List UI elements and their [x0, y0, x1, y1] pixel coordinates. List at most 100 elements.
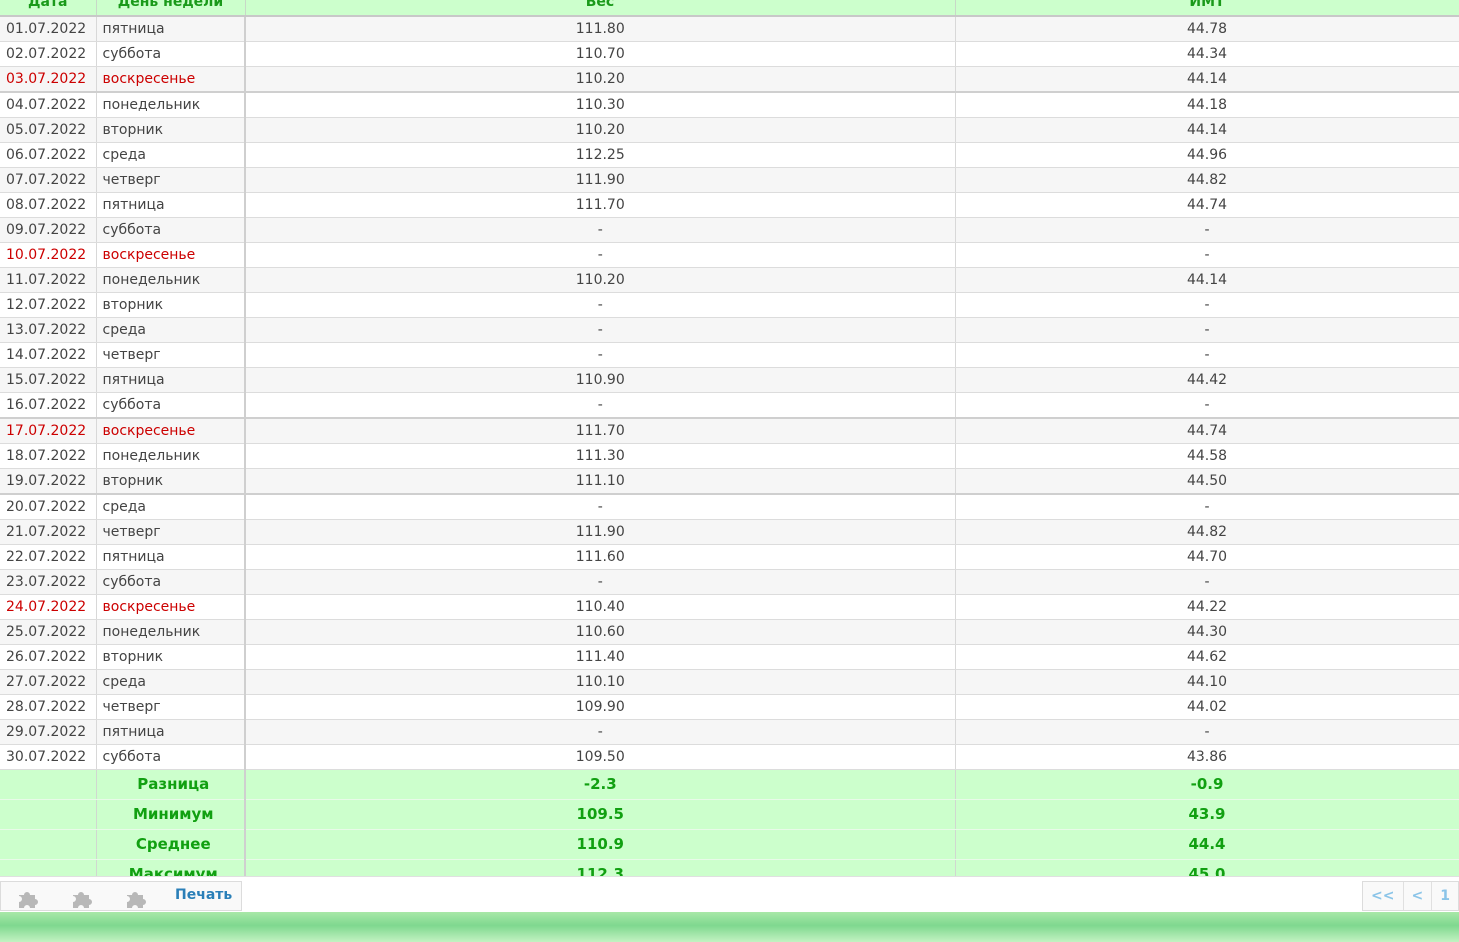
summary-row: Разница -2.3 -0.9 — [0, 769, 1459, 800]
weight-cell: 110.10 — [245, 669, 956, 695]
date-cell: 09.07.2022 — [0, 217, 97, 243]
weight-cell: 111.80 — [245, 16, 956, 42]
date-cell: 28.07.2022 — [0, 694, 97, 720]
bmi-cell: 44.14 — [955, 267, 1459, 293]
table-row[interactable]: 17.07.2022 воскресенье 111.70 44.74 — [0, 417, 1459, 444]
bmi-cell: 44.82 — [955, 519, 1459, 545]
table-row[interactable]: 30.07.2022 суббота 109.50 43.86 — [0, 744, 1459, 770]
date-cell: 26.07.2022 — [0, 644, 97, 670]
weekday-cell: четверг — [96, 519, 246, 545]
pagination: << < 1 — [1362, 881, 1459, 911]
weight-cell: - — [245, 342, 956, 368]
weight-table: Дата День недели Вес ИМТ 01.07.2022 пятни… — [0, 0, 1459, 890]
column-header-weight[interactable]: Вес — [245, 0, 956, 17]
weekday-cell: вторник — [96, 117, 246, 143]
table-row[interactable]: 22.07.2022 пятница 111.60 44.70 — [0, 544, 1459, 570]
weight-cell: - — [245, 217, 956, 243]
weekday-cell: среда — [96, 142, 246, 168]
weight-cell: 111.90 — [245, 167, 956, 193]
weekday-cell: воскресенье — [96, 66, 246, 93]
table-row[interactable]: 26.07.2022 вторник 111.40 44.62 — [0, 644, 1459, 670]
table-row[interactable]: 02.07.2022 суббота 110.70 44.34 — [0, 41, 1459, 67]
weight-cell: 111.40 — [245, 644, 956, 670]
weekday-cell: воскресенье — [96, 594, 246, 620]
bmi-cell: 44.96 — [955, 142, 1459, 168]
bmi-cell: 44.14 — [955, 117, 1459, 143]
weekday-cell: суббота — [96, 569, 246, 595]
summary-label: Разница — [96, 769, 246, 800]
page-number[interactable]: 1 — [1432, 882, 1458, 910]
puzzle-icon[interactable] — [17, 888, 39, 908]
print-button[interactable]: Печать — [175, 887, 232, 903]
table-row[interactable]: 04.07.2022 понедельник 110.30 44.18 — [0, 91, 1459, 118]
weight-cell: - — [245, 292, 956, 318]
table-row[interactable]: 24.07.2022 воскресенье 110.40 44.22 — [0, 594, 1459, 620]
weight-cell: - — [245, 569, 956, 595]
date-cell: 02.07.2022 — [0, 41, 97, 67]
puzzle-icon[interactable] — [125, 888, 147, 908]
table-row[interactable]: 03.07.2022 воскресенье 110.20 44.14 — [0, 66, 1459, 93]
weight-cell: - — [245, 317, 956, 343]
weekday-cell: вторник — [96, 292, 246, 318]
first-page-button[interactable]: << — [1363, 882, 1404, 910]
date-cell: 24.07.2022 — [0, 594, 97, 620]
prev-page-button[interactable]: < — [1404, 882, 1433, 910]
column-header-day[interactable]: День недели — [96, 0, 246, 17]
summary-empty-cell — [0, 799, 97, 830]
weight-cell: 111.70 — [245, 417, 956, 444]
date-cell: 20.07.2022 — [0, 493, 97, 520]
weight-cell: 110.20 — [245, 66, 956, 93]
summary-bmi: -0.9 — [955, 769, 1459, 800]
summary-row: Среднее 110.9 44.4 — [0, 829, 1459, 860]
bmi-cell: 43.86 — [955, 744, 1459, 770]
table-row[interactable]: 07.07.2022 четверг 111.90 44.82 — [0, 167, 1459, 193]
weekday-cell: пятница — [96, 544, 246, 570]
bmi-cell: 44.58 — [955, 443, 1459, 469]
weight-cell: 109.90 — [245, 694, 956, 720]
table-row[interactable]: 20.07.2022 среда - - — [0, 493, 1459, 520]
summary-bmi: 43.9 — [955, 799, 1459, 830]
table-row[interactable]: 09.07.2022 суббота - - — [0, 217, 1459, 243]
table-row[interactable]: 14.07.2022 четверг - - — [0, 342, 1459, 368]
table-row[interactable]: 06.07.2022 среда 112.25 44.96 — [0, 142, 1459, 168]
table-row[interactable]: 28.07.2022 четверг 109.90 44.02 — [0, 694, 1459, 720]
column-header-bmi[interactable]: ИМТ — [955, 0, 1459, 17]
table-row[interactable]: 25.07.2022 понедельник 110.60 44.30 — [0, 619, 1459, 645]
pager-bar: Печать << < 1 — [0, 876, 1459, 913]
weekday-cell: вторник — [96, 468, 246, 495]
date-cell: 13.07.2022 — [0, 317, 97, 343]
weekday-cell: понедельник — [96, 443, 246, 469]
table-row[interactable]: 29.07.2022 пятница - - — [0, 719, 1459, 745]
bmi-cell: 44.14 — [955, 66, 1459, 93]
bmi-cell: - — [955, 217, 1459, 243]
date-cell: 08.07.2022 — [0, 192, 97, 218]
table-row[interactable]: 11.07.2022 понедельник 110.20 44.14 — [0, 267, 1459, 293]
puzzle-icon[interactable] — [71, 888, 93, 908]
table-row[interactable]: 19.07.2022 вторник 111.10 44.50 — [0, 468, 1459, 495]
date-cell: 25.07.2022 — [0, 619, 97, 645]
table-row[interactable]: 27.07.2022 среда 110.10 44.10 — [0, 669, 1459, 695]
table-row[interactable]: 15.07.2022 пятница 110.90 44.42 — [0, 367, 1459, 393]
table-row[interactable]: 18.07.2022 понедельник 111.30 44.58 — [0, 443, 1459, 469]
table-row[interactable]: 10.07.2022 воскресенье - - — [0, 242, 1459, 268]
bmi-cell: - — [955, 342, 1459, 368]
summary-empty-cell — [0, 829, 97, 860]
column-header-date[interactable]: Дата — [0, 0, 97, 17]
summary-bmi: 44.4 — [955, 829, 1459, 860]
bmi-cell: 44.74 — [955, 417, 1459, 444]
table-row[interactable]: 13.07.2022 среда - - — [0, 317, 1459, 343]
table-row[interactable]: 23.07.2022 суббота - - — [0, 569, 1459, 595]
summary-label: Минимум — [96, 799, 246, 830]
table-row[interactable]: 08.07.2022 пятница 111.70 44.74 — [0, 192, 1459, 218]
table-row[interactable]: 16.07.2022 суббота - - — [0, 392, 1459, 419]
table-row[interactable]: 12.07.2022 вторник - - — [0, 292, 1459, 318]
table-row[interactable]: 05.07.2022 вторник 110.20 44.14 — [0, 117, 1459, 143]
date-cell: 23.07.2022 — [0, 569, 97, 595]
date-cell: 30.07.2022 — [0, 744, 97, 770]
table-row[interactable]: 01.07.2022 пятница 111.80 44.78 — [0, 16, 1459, 42]
summary-weight: 110.9 — [245, 829, 956, 860]
date-cell: 01.07.2022 — [0, 16, 97, 42]
date-cell: 18.07.2022 — [0, 443, 97, 469]
bmi-cell: - — [955, 242, 1459, 268]
table-row[interactable]: 21.07.2022 четверг 111.90 44.82 — [0, 519, 1459, 545]
